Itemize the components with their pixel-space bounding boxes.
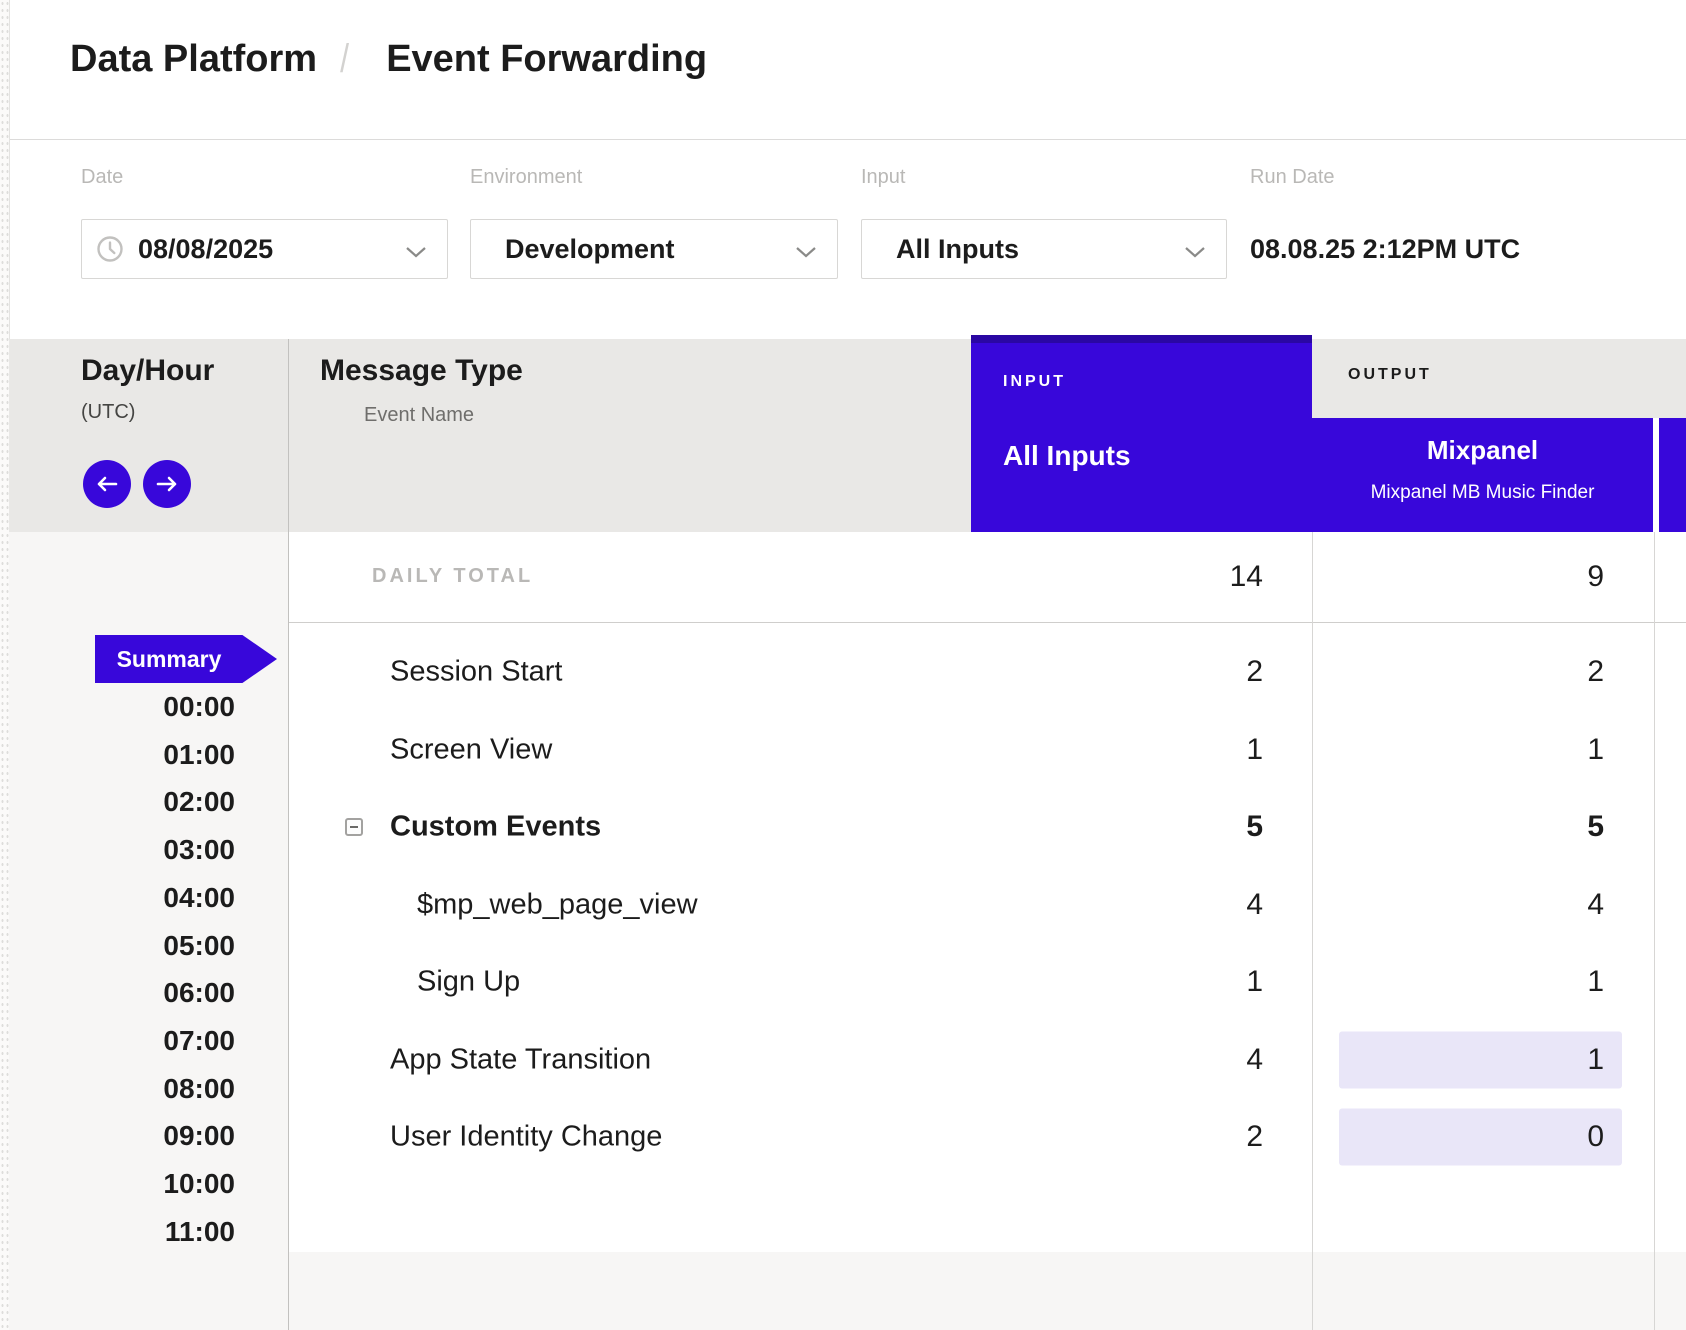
input-header-value: All Inputs (1003, 440, 1131, 472)
hour-row-1000[interactable]: 10:00 (9, 1170, 235, 1198)
hour-row-0500[interactable]: 05:00 (9, 932, 235, 960)
breadcrumb-page[interactable]: Event Forwarding (386, 38, 707, 81)
breadcrumb-section[interactable]: Data Platform (70, 38, 317, 81)
row-output-value: 1 (1587, 733, 1604, 767)
table-row: App State Transition 4 1 (288, 1021, 1686, 1099)
hour-row-1100[interactable]: 11:00 (9, 1218, 235, 1246)
daily-total-output-value: 9 (1587, 560, 1604, 594)
arrow-right-icon (155, 475, 179, 493)
input-filter-label: Input (861, 166, 905, 189)
run-date-label: Run Date (1250, 166, 1335, 189)
row-output-value: 4 (1587, 888, 1604, 922)
day-hour-title: Day/Hour (81, 354, 214, 388)
breadcrumb-separator: / (340, 37, 349, 82)
chevron-down-icon (1184, 234, 1206, 265)
table-row: Sign Up 1 1 (288, 943, 1686, 1021)
table-row: $mp_web_page_view 4 4 (288, 866, 1686, 944)
date-dropdown[interactable]: 08/08/2025 (81, 219, 448, 279)
hour-row-0000[interactable]: 00:00 (9, 693, 235, 721)
table-row: Screen View 1 1 (288, 711, 1686, 789)
row-label: Custom Events (390, 811, 601, 844)
row-label: Sign Up (417, 966, 520, 999)
hour-row-0400[interactable]: 04:00 (9, 884, 235, 912)
row-label: $mp_web_page_view (417, 888, 698, 921)
date-value: 08/08/2025 (138, 234, 273, 265)
hour-row-0900[interactable]: 09:00 (9, 1122, 235, 1150)
table-row: Session Start 2 2 (288, 633, 1686, 711)
table-row: User Identity Change 2 0 (288, 1098, 1686, 1176)
row-input-value: 2 (1246, 1120, 1263, 1154)
output-name: Mixpanel (1312, 435, 1653, 466)
input-header-label: INPUT (1003, 373, 1066, 391)
clock-icon (96, 235, 124, 263)
day-hour-sidebar: Summary 00:00 01:00 02:00 03:00 04:00 05:00 06… (9, 532, 288, 1330)
row-input-value: 4 (1246, 1043, 1263, 1077)
hour-row-0200[interactable]: 02:00 (9, 788, 235, 816)
environment-value: Development (505, 234, 675, 265)
hour-row-0800[interactable]: 08:00 (9, 1075, 235, 1103)
daily-total-label: DAILY TOTAL (372, 565, 533, 588)
breadcrumb: Data Platform / Event Forwarding (70, 37, 707, 82)
chevron-down-icon (795, 234, 817, 265)
row-input-value: 1 (1246, 965, 1263, 999)
row-label: Session Start (390, 656, 562, 689)
sidebar-divider (288, 339, 289, 1330)
input-dropdown[interactable]: All Inputs (861, 219, 1227, 279)
date-filter-label: Date (81, 166, 123, 189)
table-footer-band (9, 1252, 1686, 1330)
output-subtitle: Mixpanel MB Music Finder (1312, 482, 1653, 504)
hour-row-0300[interactable]: 03:00 (9, 836, 235, 864)
row-label: App State Transition (390, 1043, 651, 1076)
row-output-value: 2 (1587, 655, 1604, 689)
output-header-label: OUTPUT (1348, 366, 1432, 384)
row-label: Screen View (390, 733, 552, 766)
table-row: Custom Events 5 5 (288, 788, 1686, 866)
collapse-minus-icon[interactable] (345, 818, 363, 836)
row-input-value: 5 (1246, 810, 1263, 844)
input-value: All Inputs (896, 234, 1019, 265)
chevron-down-icon (405, 234, 427, 265)
daily-total-row: DAILY TOTAL 14 9 (288, 532, 1686, 623)
run-date-value: 08.08.25 2:12PM UTC (1250, 234, 1520, 265)
input-column-header[interactable]: INPUT All Inputs (971, 335, 1312, 532)
input-column-accent-strip (971, 335, 1312, 343)
row-output-value: 1 (1587, 1043, 1604, 1077)
row-output-value: 5 (1587, 810, 1604, 844)
row-input-value: 2 (1246, 655, 1263, 689)
daily-total-input-value: 14 (1230, 560, 1263, 594)
input-column-divider (1312, 532, 1313, 1330)
summary-row-tag[interactable]: Summary (95, 635, 277, 683)
output-column-divider (1654, 532, 1655, 1330)
output-column-header-mixpanel[interactable]: Mixpanel Mixpanel MB Music Finder (1312, 418, 1653, 532)
row-label: User Identity Change (390, 1121, 662, 1154)
event-name-subtitle: Event Name (364, 404, 474, 427)
row-input-value: 4 (1246, 888, 1263, 922)
day-hour-subtitle: (UTC) (81, 401, 135, 424)
environment-dropdown[interactable]: Development (470, 219, 838, 279)
row-output-value: 0 (1587, 1120, 1604, 1154)
event-forwarding-page: Data Platform / Event Forwarding Date En… (0, 0, 1686, 1330)
output-cell-highlight (1339, 1031, 1622, 1088)
hour-row-0700[interactable]: 07:00 (9, 1027, 235, 1055)
row-output-value: 1 (1587, 965, 1604, 999)
message-type-title: Message Type (320, 354, 523, 388)
arrow-left-icon (95, 475, 119, 493)
hour-row-0600[interactable]: 06:00 (9, 979, 235, 1007)
output-cell-highlight (1339, 1109, 1622, 1166)
output-column-header-next[interactable] (1659, 418, 1686, 532)
next-day-button[interactable] (143, 460, 191, 508)
row-input-value: 1 (1246, 733, 1263, 767)
hour-row-0100[interactable]: 01:00 (9, 741, 235, 769)
environment-filter-label: Environment (470, 166, 582, 189)
previous-day-button[interactable] (83, 460, 131, 508)
